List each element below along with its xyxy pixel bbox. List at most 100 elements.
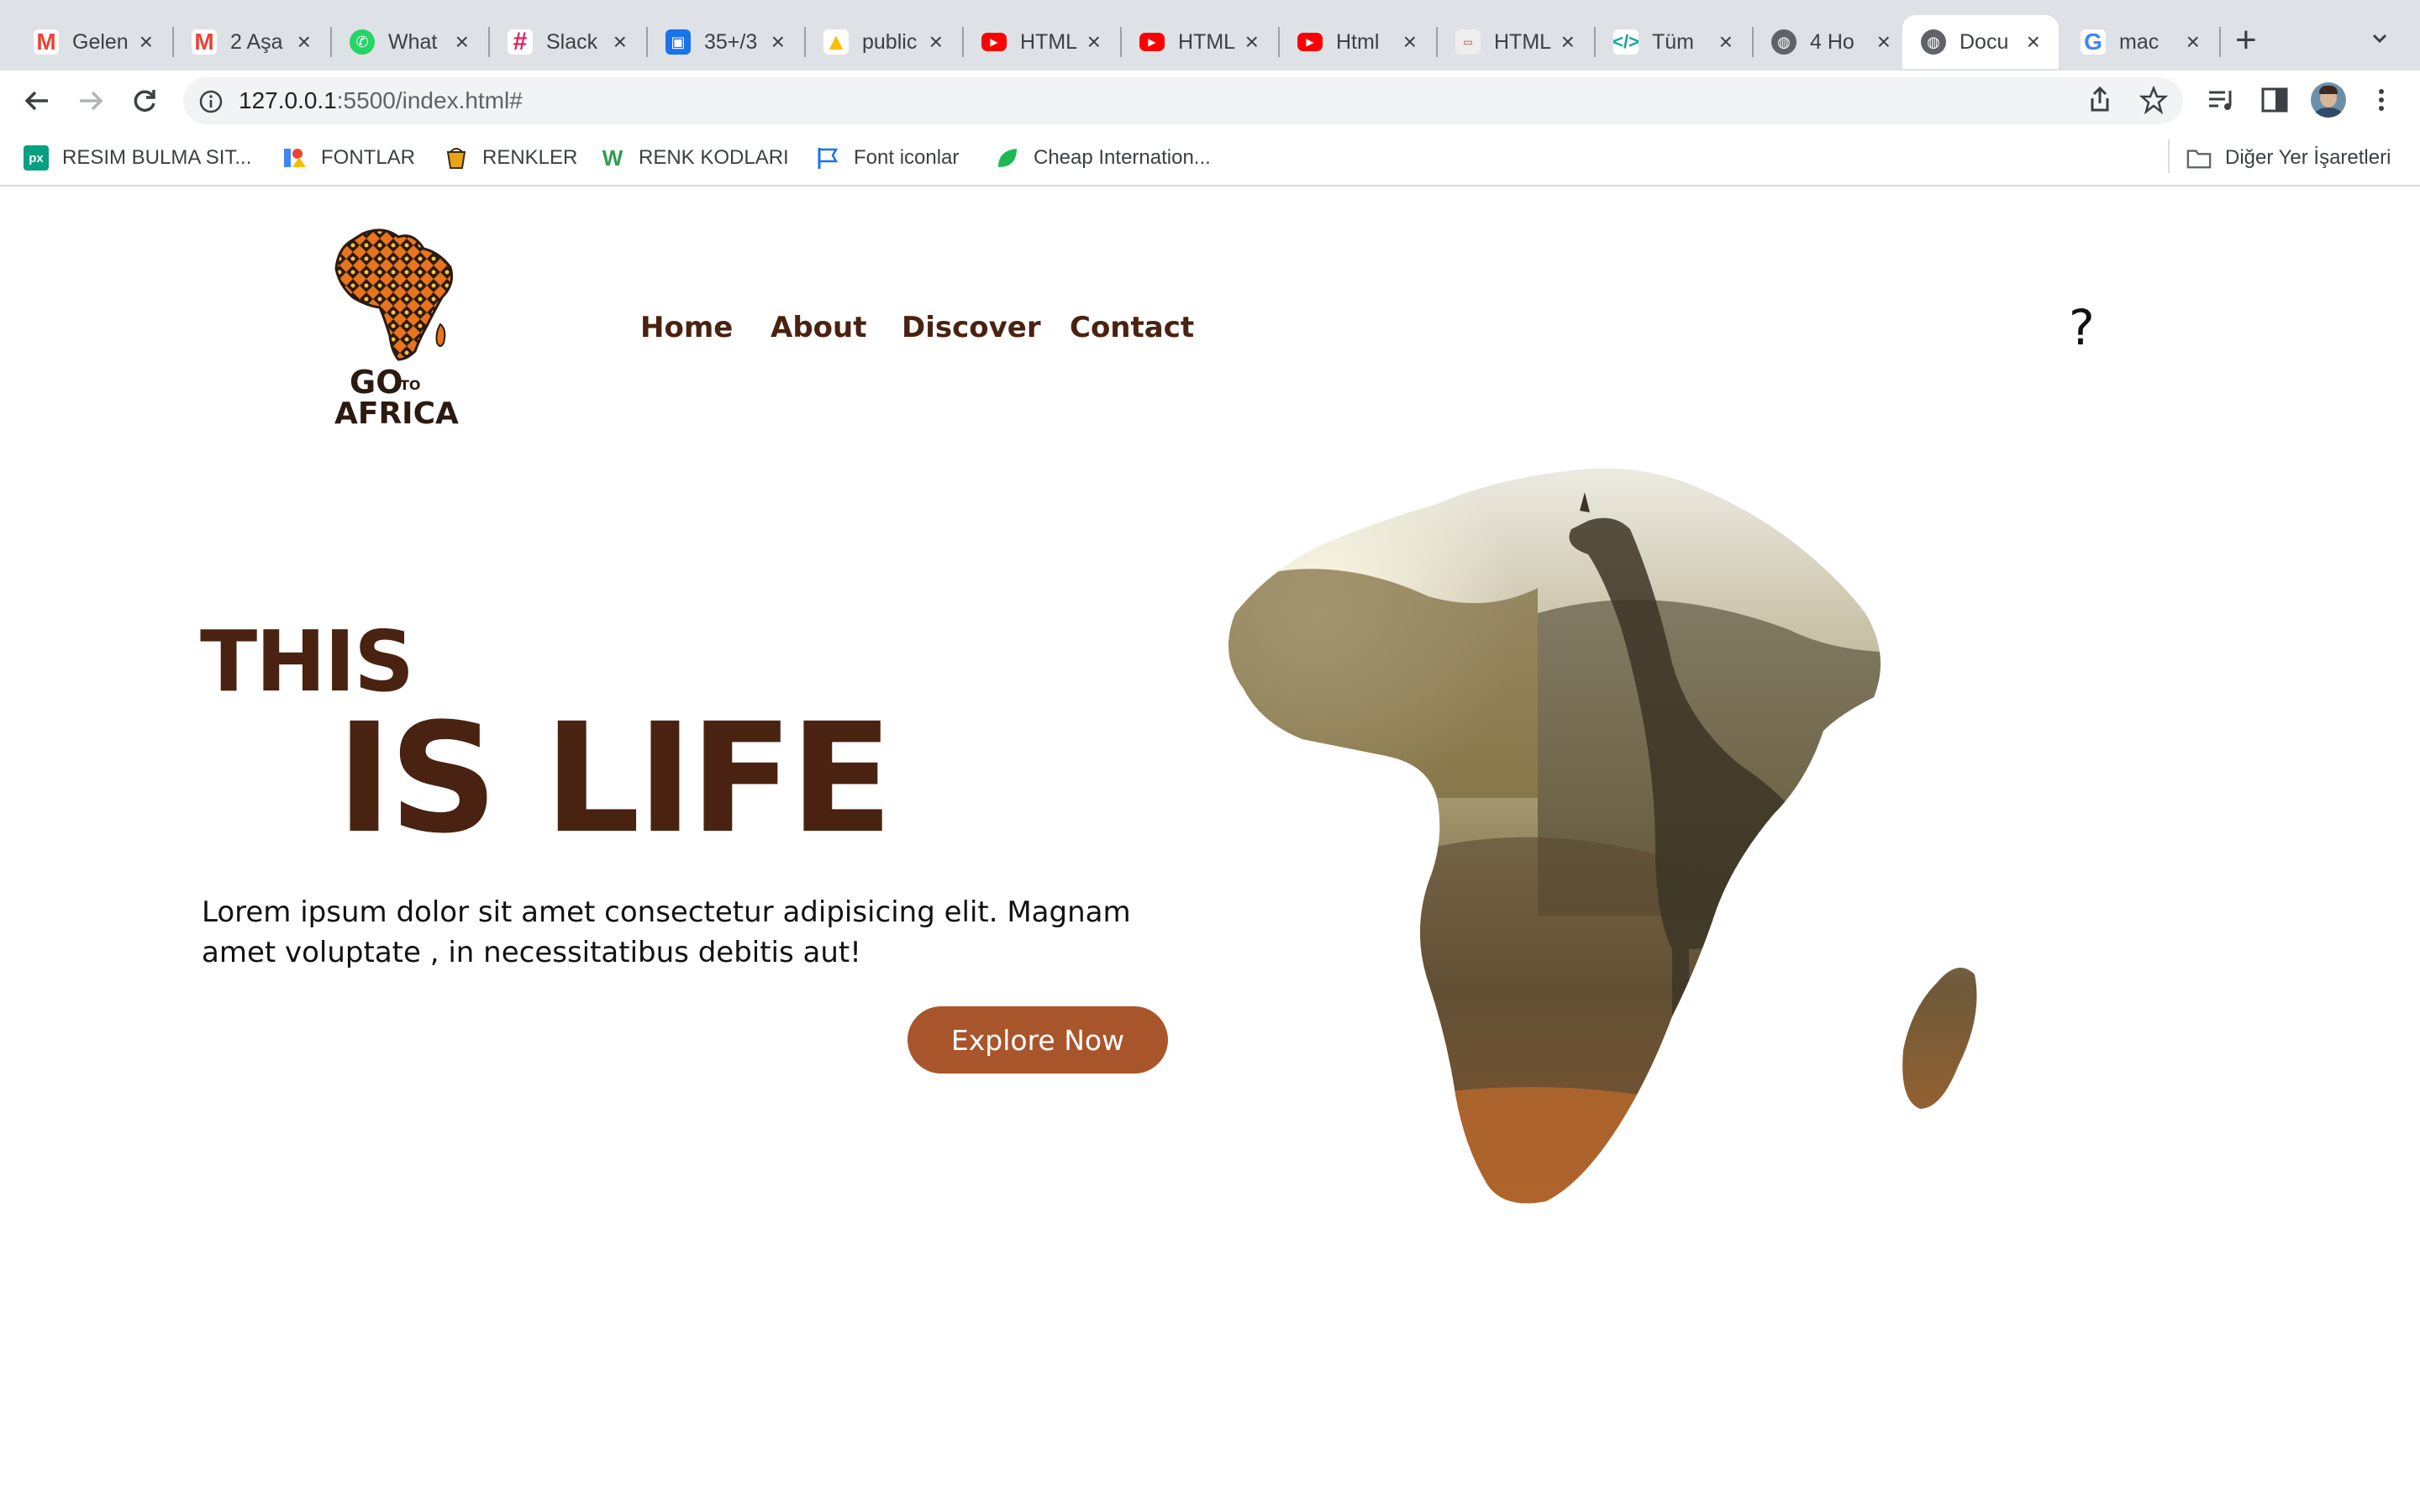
google-icon: G xyxy=(2081,29,2106,55)
chevron-down-icon[interactable] xyxy=(2371,30,2388,47)
tab-label: Slack xyxy=(546,29,598,54)
reload-icon[interactable] xyxy=(126,82,163,119)
close-icon[interactable]: × xyxy=(1877,30,1891,54)
youtube-icon: ▶ xyxy=(981,33,1007,51)
bookmark-label: FONTLAR xyxy=(321,146,416,169)
close-icon[interactable]: × xyxy=(771,30,785,54)
logo-text-africa: AFRICA xyxy=(334,396,459,427)
globe-icon: ◍ xyxy=(1771,29,1797,55)
tab-youtube-2[interactable]: ▶ HTML × xyxy=(1121,15,1277,69)
close-icon[interactable]: × xyxy=(1403,30,1417,54)
tab-youtube-1[interactable]: ▶ HTML × xyxy=(963,15,1119,69)
nav-contact[interactable]: Contact xyxy=(1070,311,1194,344)
tab-drive[interactable]: ▲ public × xyxy=(805,15,961,69)
tab-label: mac xyxy=(2119,29,2160,54)
browser-tab-strip: M Gelen × M 2 Aşa × ✆ What × # Slack × ▣… xyxy=(0,0,2420,71)
bookmark-label: Font iconlar xyxy=(854,146,960,169)
px-icon: px xyxy=(24,145,49,171)
tab-gmail-1[interactable]: M Gelen × xyxy=(15,15,171,69)
bucket-icon xyxy=(444,145,469,171)
site-logo[interactable]: GO TO AFRICA xyxy=(333,225,459,431)
leaf-icon xyxy=(995,145,1020,171)
web-icon: ▭ xyxy=(1455,29,1481,55)
hero-description: Lorem ipsum dolor sit amet consectetur a… xyxy=(202,895,1131,969)
gmail-icon: M xyxy=(192,29,217,55)
avatar[interactable] xyxy=(2311,82,2346,118)
whatsapp-icon: ✆ xyxy=(350,29,375,55)
tab-slack[interactable]: # Slack × xyxy=(489,15,645,69)
bookmark-label: Cheap Internation... xyxy=(1034,146,1211,169)
globe-icon: ◍ xyxy=(1921,29,1946,55)
bookmark-renkler[interactable]: RENKLER xyxy=(444,143,577,173)
close-icon[interactable]: × xyxy=(929,30,943,54)
close-icon[interactable]: × xyxy=(613,30,627,54)
bookmark-renk-kodlari[interactable]: W RENK KODLARI xyxy=(600,143,789,173)
more-vertical-icon[interactable] xyxy=(2373,86,2390,114)
url-text[interactable]: 127.0.0.1:5500/index.html# xyxy=(239,87,523,114)
tab-label: 4 Ho xyxy=(1810,29,1854,54)
close-icon[interactable]: × xyxy=(1719,30,1733,54)
close-icon[interactable]: × xyxy=(1561,30,1575,54)
tab-code[interactable]: </> Tüm × xyxy=(1595,15,1751,69)
tab-globe[interactable]: ◍ 4 Ho × xyxy=(1753,15,1909,69)
tab-label: Tüm xyxy=(1652,29,1694,54)
share-icon[interactable] xyxy=(2086,86,2114,114)
gmail-icon: M xyxy=(34,29,59,55)
bookmark-font-iconlar[interactable]: Font iconlar xyxy=(815,143,959,173)
back-icon[interactable] xyxy=(18,82,55,119)
close-icon[interactable]: × xyxy=(2186,30,2200,54)
hero-title-line2: IS LIFE xyxy=(336,691,893,867)
bookmark-label: RENKLER xyxy=(482,146,578,169)
tab-web[interactable]: ▭ HTML × xyxy=(1437,15,1593,69)
logo-text-to: TO xyxy=(400,377,421,393)
africa-logo-icon: GO TO AFRICA xyxy=(334,228,459,431)
tab-label: HTML xyxy=(1494,29,1552,54)
tab-google[interactable]: G mac × xyxy=(2062,15,2218,69)
info-icon[interactable] xyxy=(198,89,224,114)
tab-label: Html xyxy=(1336,29,1380,54)
tab-gmail-2[interactable]: M 2 Aşa × xyxy=(173,15,329,69)
media-control-icon[interactable] xyxy=(2207,86,2237,114)
nav-about[interactable]: About xyxy=(771,311,866,344)
tab-label: 35+/3 xyxy=(704,29,758,54)
fonts-icon xyxy=(282,145,308,171)
bookmark-cheap-internation[interactable]: Cheap Internation... xyxy=(995,143,1211,173)
close-icon[interactable]: × xyxy=(139,30,153,54)
bookmark-resim[interactable]: px RESIM BULMA SIT... xyxy=(24,143,251,173)
close-icon[interactable]: × xyxy=(1245,30,1259,54)
tab-active-document[interactable]: ◍ Docu × xyxy=(1902,15,2059,69)
app-icon: ▣ xyxy=(666,29,691,55)
explore-now-button[interactable]: Explore Now xyxy=(908,1006,1168,1074)
tab-label: public xyxy=(862,29,918,54)
close-icon[interactable]: × xyxy=(297,30,311,54)
close-icon[interactable]: × xyxy=(2027,30,2040,54)
tab-app[interactable]: ▣ 35+/3 × xyxy=(647,15,803,69)
side-panel-icon[interactable] xyxy=(2260,86,2289,114)
help-icon[interactable]: ? xyxy=(2069,299,2095,356)
africa-giraffe-image xyxy=(1228,468,1977,1204)
close-icon[interactable]: × xyxy=(1087,30,1101,54)
star-icon[interactable] xyxy=(2139,86,2168,114)
youtube-icon: ▶ xyxy=(1139,33,1165,51)
url-path: :5500/index.html# xyxy=(336,87,523,113)
tab-whatsapp[interactable]: ✆ What × xyxy=(331,15,487,69)
w-icon: W xyxy=(600,145,625,171)
tab-youtube-3[interactable]: ▶ Html × xyxy=(1279,15,1435,69)
bookmark-fontlar[interactable]: FONTLAR xyxy=(282,143,415,173)
tab-label: HTML xyxy=(1178,29,1236,54)
logo-text-go: GO xyxy=(350,364,403,401)
new-tab-icon[interactable]: + xyxy=(2235,22,2257,59)
slack-icon: # xyxy=(508,28,533,55)
forward-icon[interactable] xyxy=(72,82,109,119)
close-icon[interactable]: × xyxy=(455,30,469,54)
nav-discover[interactable]: Discover xyxy=(902,311,1041,344)
bookmark-label: RENK KODLARI xyxy=(639,146,789,169)
tab-label: Gelen xyxy=(72,29,129,54)
youtube-icon: ▶ xyxy=(1297,33,1323,51)
nav-home[interactable]: Home xyxy=(640,311,733,344)
tab-label: HTML xyxy=(1020,29,1078,54)
bookmark-label: Diğer Yer İşaretleri xyxy=(2225,146,2391,169)
code-icon: </> xyxy=(1612,29,1639,55)
drive-icon: ▲ xyxy=(823,29,849,55)
bookmark-other[interactable]: Diğer Yer İşaretleri xyxy=(2186,143,2391,173)
